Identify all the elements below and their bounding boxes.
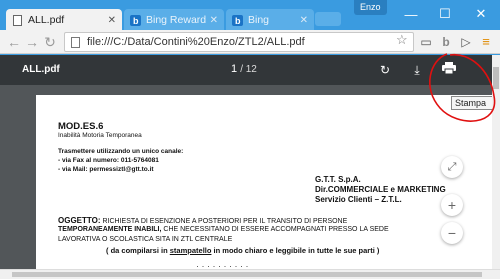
svg-text:b: b (235, 16, 241, 26)
download-icon[interactable]: ⤓ (409, 62, 425, 78)
subject-bold: TEMPORANEAMENTE INABILI, (58, 226, 162, 233)
menu-icon[interactable]: ≡ (478, 34, 494, 50)
tab-all-pdf[interactable]: ALL.pdf ✕ (6, 9, 122, 31)
tab-bing[interactable]: b Bing ✕ (226, 9, 314, 31)
forward-icon[interactable]: → (24, 34, 40, 50)
subject-line-3: LAVORATIVA O SCOLASTICA SITA IN ZTL CENT… (58, 236, 233, 243)
pdf-title: ALL.pdf (22, 64, 60, 75)
browser-window: ALL.pdf ✕ b Bing Rewards - Enz ✕ b Bing … (0, 0, 500, 279)
tab-title: ALL.pdf (28, 14, 65, 26)
transmit-title: Trasmettere utilizzando un unico canale: (58, 148, 184, 155)
print-tooltip: Stampa (451, 96, 493, 110)
page-icon (71, 37, 80, 48)
subject-line-2: TEMPORANEAMENTE INABILI, CHE NECESSITANO… (58, 226, 389, 233)
cast-icon[interactable]: ▭ (418, 34, 434, 50)
pdf-toolbar: ALL.pdf 1 / 12 ↻ ⤓ (0, 55, 492, 85)
tab-title: Bing Rewards - Enz (146, 14, 206, 26)
user-profile-badge[interactable]: Enzo (354, 0, 387, 15)
instruction-post: in modo chiaro e leggibile in tutte le s… (211, 246, 380, 255)
close-icon[interactable]: ✕ (108, 15, 116, 26)
subject-text-2: CHE NECESSITANO DI ESSERE ACCOMPAGNATI P… (163, 226, 389, 233)
pdf-page: MOD.ES.6 Inabilità Motoria Temporanea Tr… (36, 95, 492, 269)
zoom-out-icon[interactable]: − (441, 222, 463, 244)
scrollbar-thumb[interactable] (12, 272, 482, 277)
close-icon[interactable]: ✕ (210, 15, 218, 26)
doc-subheading: Inabilità Motoria Temporanea (58, 132, 142, 139)
bookmark-star-icon[interactable]: ☆ (396, 32, 408, 48)
bing-icon: b (232, 14, 243, 26)
new-tab-button[interactable] (315, 12, 341, 26)
zoom-in-icon[interactable]: + (441, 194, 463, 216)
tab-strip: ALL.pdf ✕ b Bing Rewards - Enz ✕ b Bing … (0, 0, 500, 31)
fax-line: - via Fax al numero: 011-5764081 (58, 157, 159, 164)
back-icon[interactable]: ← (6, 34, 22, 50)
minimize-icon[interactable]: — (394, 0, 428, 28)
current-page[interactable]: 1 (231, 63, 237, 75)
recipient-line-3: Servizio Clienti – Z.T.L. (315, 195, 402, 204)
fit-page-icon[interactable]: ⤢ (441, 156, 463, 178)
svg-text:b: b (133, 16, 139, 26)
total-pages: / 12 (240, 64, 257, 75)
rotate-icon[interactable]: ↻ (377, 62, 393, 78)
tab-title: Bing (248, 14, 270, 26)
recipient-line-2: Dir.COMMERCIALE e MARKETING (315, 185, 446, 194)
url-text: file:///C:/Data/Contini%20Enzo/ZTL2/ALL.… (87, 36, 305, 48)
subject-line-1: OGGETTO: RICHIESTA DI ESENZIONE A POSTER… (58, 216, 347, 225)
tab-bing-rewards[interactable]: b Bing Rewards - Enz ✕ (124, 9, 224, 31)
vertical-scrollbar[interactable] (492, 55, 500, 269)
subject-text-1: RICHIESTA DI ESENZIONE A POSTERIORI PER … (102, 218, 348, 225)
bing-icon: b (130, 14, 141, 26)
instruction-pre: ( da compilarsi in (106, 246, 170, 255)
recipient-line-1: G.T.T. S.p.A. (315, 175, 361, 184)
horizontal-scrollbar[interactable] (0, 269, 500, 279)
browser-toolbar: ← → ↻ file:///C:/Data/Contini%20Enzo/ZTL… (0, 30, 500, 54)
maximize-icon[interactable]: ☐ (428, 0, 462, 28)
print-icon[interactable] (441, 62, 457, 78)
doc-heading: MOD.ES.6 (58, 121, 104, 132)
reload-icon[interactable]: ↻ (42, 34, 58, 50)
scrollbar-thumb[interactable] (493, 67, 499, 89)
page-icon (13, 14, 22, 26)
extension-arrow-icon[interactable]: ▷ (458, 34, 474, 50)
instruction-underlined: stampatello (169, 246, 212, 255)
bing-extension-icon[interactable]: b (438, 34, 454, 50)
window-close-icon[interactable]: ✕ (464, 0, 498, 28)
instruction-line: ( da compilarsi in stampatello in modo c… (106, 246, 379, 255)
page-indicator: 1 / 12 (231, 63, 257, 75)
address-bar[interactable]: file:///C:/Data/Contini%20Enzo/ZTL2/ALL.… (64, 32, 414, 52)
subject-label: OGGETTO: (58, 216, 101, 225)
pdf-viewer: MOD.ES.6 Inabilità Motoria Temporanea Tr… (0, 85, 492, 269)
close-icon[interactable]: ✕ (300, 15, 308, 26)
cut-off-text-row: · · · · · · · · · · (196, 261, 249, 269)
mail-line: - via Mail: permessiztl@gtt.to.it (58, 166, 154, 173)
